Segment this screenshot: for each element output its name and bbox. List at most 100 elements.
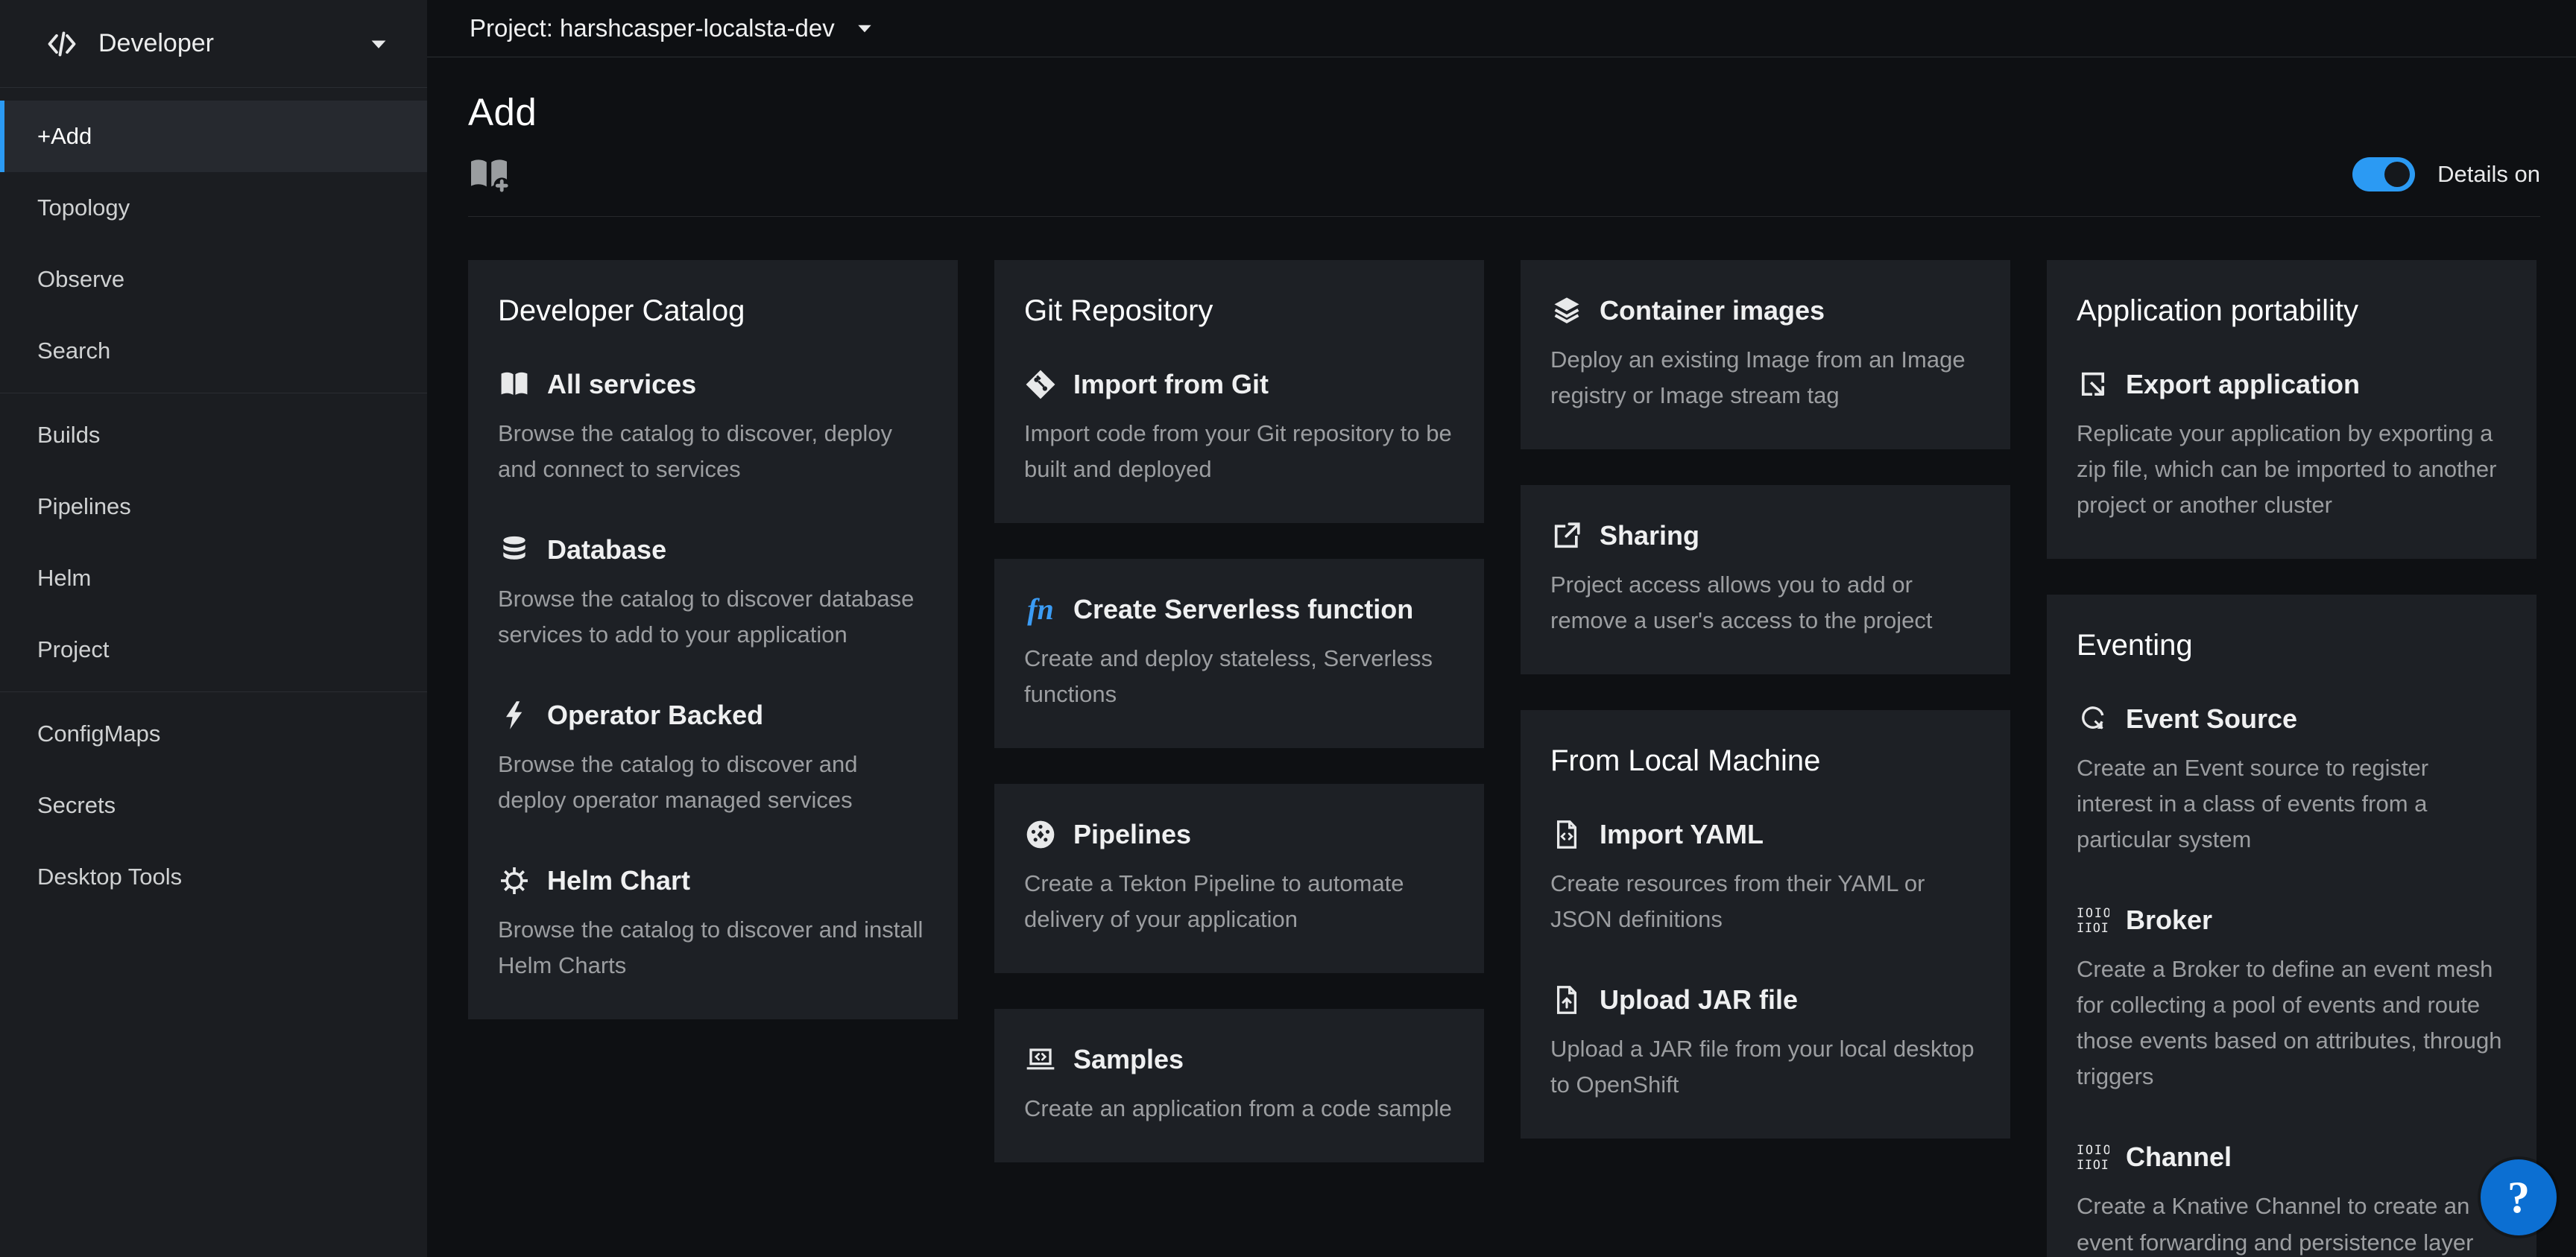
- item-all-services[interactable]: All servicesBrowse the catalog to discov…: [498, 368, 928, 487]
- sidebar-item-topology[interactable]: Topology: [0, 172, 427, 244]
- item-import-from-git[interactable]: Import from Git Import code from your Git…: [1024, 368, 1454, 487]
- sidebar-nav-group: ConfigMapsSecretsDesktop Tools: [0, 691, 427, 913]
- git-icon: [1024, 368, 1057, 401]
- file-code-icon: [1550, 818, 1583, 851]
- card-column: Git Repository Import from Git Import code…: [994, 260, 1484, 1162]
- card-column: Container images Deploy an existing Image…: [1521, 260, 2010, 1139]
- event-source-icon: [2077, 703, 2109, 735]
- item-operator-backed[interactable]: Operator Backed Browse the catalog to dis…: [498, 699, 928, 818]
- item-channel[interactable]: IOIOIIOIIChannelCreate a Knative Channel…: [2077, 1141, 2507, 1257]
- chevron-down-icon: [369, 34, 388, 54]
- svg-text:IIOII: IIOII: [2077, 920, 2109, 935]
- item-description: Browse the catalog to discover and deplo…: [498, 747, 928, 818]
- details-toggle[interactable]: [2352, 157, 2415, 191]
- card-application-portability: Application portability Export applicatio…: [2047, 260, 2536, 559]
- layers-icon: [1550, 294, 1583, 327]
- help-button[interactable]: ?: [2481, 1159, 2557, 1235]
- perspective-switcher[interactable]: Developer: [0, 0, 427, 88]
- item-import-yaml[interactable]: Import YAMLCreate resources from their Y…: [1550, 818, 1980, 937]
- sidebar-nav-group: +AddTopologyObserveSearch: [0, 101, 427, 387]
- broker-icon: IOIOIIOII: [2077, 904, 2109, 937]
- card-sharing: SharingProject access allows you to add …: [1521, 485, 2010, 674]
- add-cards-grid: Developer CatalogAll servicesBrowse the …: [468, 260, 2540, 1257]
- sidebar: Developer +AddTopologyObserveSearchBuild…: [0, 0, 427, 1257]
- question-icon: ?: [2507, 1175, 2530, 1220]
- item-export-application[interactable]: Export applicationReplicate your applica…: [2077, 368, 2507, 523]
- item-title: Event Source: [2126, 703, 2297, 735]
- card-title: Application portability: [2077, 294, 2507, 328]
- item-create-serverless-function[interactable]: fnCreate Serverless functionCreate and d…: [1024, 593, 1454, 712]
- item-pipelines[interactable]: PipelinesCreate a Tekton Pipeline to aut…: [1024, 818, 1454, 937]
- item-title: Helm Chart: [547, 865, 690, 896]
- item-title: All services: [547, 369, 696, 400]
- chevron-down-icon[interactable]: [856, 19, 874, 37]
- item-samples[interactable]: SamplesCreate an application from a code…: [1024, 1043, 1454, 1127]
- card-pipelines: PipelinesCreate a Tekton Pipeline to aut…: [994, 784, 1484, 973]
- file-upload-icon: [1550, 984, 1583, 1016]
- item-title: Export application: [2126, 369, 2360, 400]
- sidebar-item-pipelines[interactable]: Pipelines: [0, 471, 427, 542]
- channel-icon: IOIOIIOII: [2077, 1141, 2109, 1174]
- item-title: Broker: [2126, 905, 2212, 936]
- sidebar-item-add[interactable]: +Add: [0, 101, 427, 172]
- card-git-repository: Git Repository Import from Git Import code…: [994, 260, 1484, 523]
- item-sharing[interactable]: SharingProject access allows you to add …: [1550, 519, 1980, 639]
- item-title: Import from Git: [1073, 369, 1269, 400]
- item-broker[interactable]: IOIOIIOIIBrokerCreate a Broker to define…: [2077, 904, 2507, 1095]
- database-icon: [498, 533, 531, 566]
- card-samples: SamplesCreate an application from a code…: [994, 1009, 1484, 1162]
- item-description: Create a Knative Channel to create an ev…: [2077, 1188, 2507, 1257]
- sidebar-nav-group: BuildsPipelinesHelmProject: [0, 393, 427, 686]
- sidebar-item-configmaps[interactable]: ConfigMaps: [0, 698, 427, 770]
- card-container-images: Container images Deploy an existing Image…: [1521, 260, 2010, 449]
- item-title: Container images: [1600, 295, 1825, 326]
- export-icon: [2077, 368, 2109, 401]
- sidebar-item-search[interactable]: Search: [0, 315, 427, 387]
- item-title: Sharing: [1600, 520, 1699, 551]
- item-title: Operator Backed: [547, 700, 763, 731]
- card-title: From Local Machine: [1550, 744, 1980, 778]
- perspective-label: Developer: [98, 29, 214, 58]
- item-title: Database: [547, 534, 666, 566]
- item-title: Pipelines: [1073, 819, 1191, 850]
- item-description: Create an Event source to register inter…: [2077, 750, 2507, 858]
- card-from-local-machine: From Local Machine Import YAMLCreate reso…: [1521, 710, 2010, 1139]
- tekton-icon: [1024, 818, 1057, 851]
- main-area: Project: harshcasper-localsta-dev Add De…: [427, 0, 2576, 1257]
- item-upload-jar-file[interactable]: Upload JAR file Upload a JAR file from yo…: [1550, 984, 1980, 1103]
- share-icon: [1550, 519, 1583, 552]
- item-helm-chart[interactable]: Helm ChartBrowse the catalog to discover…: [498, 864, 928, 984]
- catalog-book-icon: [498, 368, 531, 401]
- item-database[interactable]: Database Browse the catalog to discover d…: [498, 533, 928, 653]
- sidebar-item-helm[interactable]: Helm: [0, 542, 427, 614]
- helm-icon: [498, 864, 531, 897]
- card-developer-catalog: Developer CatalogAll servicesBrowse the …: [468, 260, 958, 1019]
- project-selector[interactable]: Project: harshcasper-localsta-dev: [470, 14, 835, 42]
- card-title: Eventing: [2077, 629, 2507, 662]
- sidebar-item-desktop-tools[interactable]: Desktop Tools: [0, 841, 427, 913]
- item-description: Import code from your Git repository to …: [1024, 416, 1454, 487]
- card-column: Developer CatalogAll servicesBrowse the …: [468, 260, 958, 1019]
- item-container-images[interactable]: Container images Deploy an existing Image…: [1550, 294, 1980, 414]
- card-title: Git Repository: [1024, 294, 1454, 328]
- card-create-serverless-function: fnCreate Serverless functionCreate and d…: [994, 559, 1484, 748]
- book-plus-icon[interactable]: [468, 156, 510, 192]
- sidebar-item-project[interactable]: Project: [0, 614, 427, 686]
- item-description: Upload a JAR file from your local deskto…: [1550, 1031, 1980, 1103]
- laptop-code-icon: [1024, 1043, 1057, 1076]
- item-title: Upload JAR file: [1600, 984, 1798, 1016]
- card-title: Developer Catalog: [498, 294, 928, 328]
- sidebar-item-observe[interactable]: Observe: [0, 244, 427, 315]
- sidebar-item-secrets[interactable]: Secrets: [0, 770, 427, 841]
- item-title: Samples: [1073, 1044, 1184, 1075]
- toggle-knob: [2384, 162, 2410, 187]
- item-event-source[interactable]: Event Source Create an Event source to re…: [2077, 703, 2507, 858]
- context-bar: Project: harshcasper-localsta-dev: [427, 0, 2576, 57]
- code-slash-icon: [45, 27, 79, 61]
- item-description: Deploy an existing Image from an Image r…: [1550, 342, 1980, 414]
- page-header: Add Details on: [468, 57, 2540, 217]
- details-toggle-label: Details on: [2437, 161, 2540, 188]
- item-description: Browse the catalog to discover database …: [498, 581, 928, 653]
- sidebar-item-builds[interactable]: Builds: [0, 399, 427, 471]
- item-title: Create Serverless function: [1073, 594, 1413, 625]
